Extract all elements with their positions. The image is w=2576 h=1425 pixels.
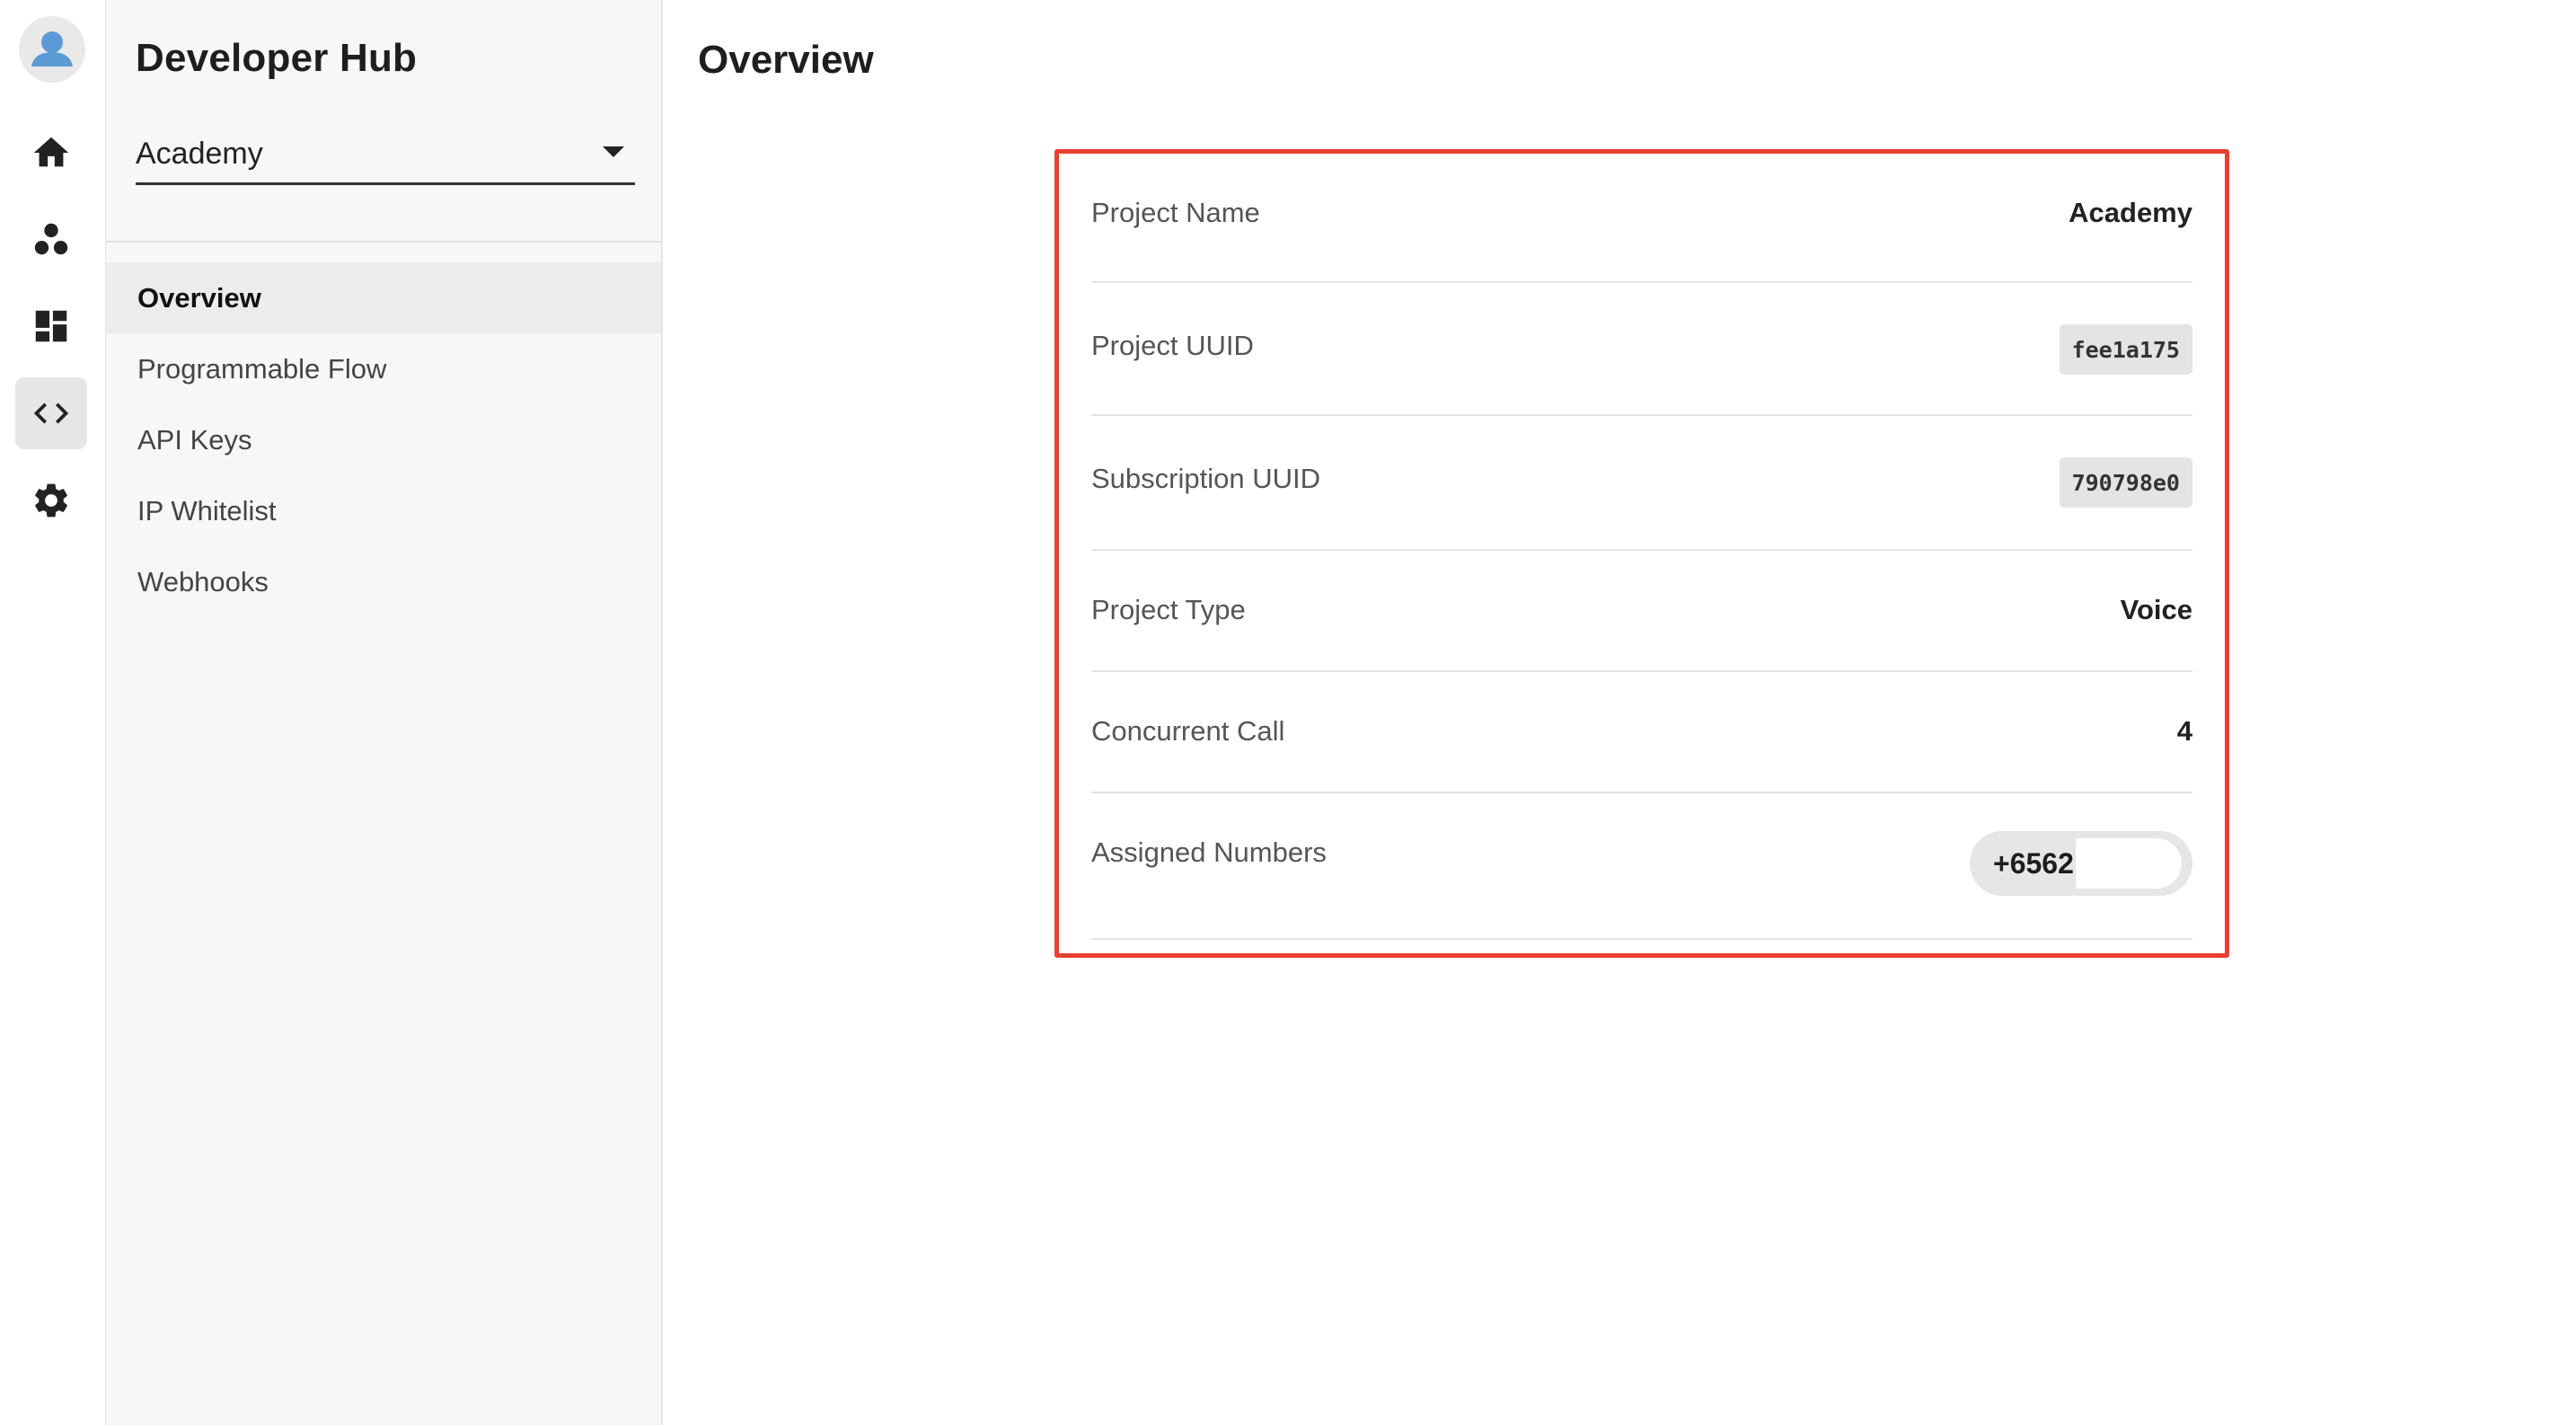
- project-uuid-chip[interactable]: fee1a175: [2059, 324, 2192, 375]
- secondary-sidebar: Developer Hub Academy Overview Programma…: [106, 0, 663, 1425]
- rail-dashboard-button[interactable]: [15, 290, 87, 362]
- caret-down-icon: [603, 146, 624, 157]
- sidebar-divider: [106, 241, 661, 243]
- gear-icon: [35, 483, 67, 518]
- code-icon: [33, 403, 69, 424]
- detail-row-project-name: Project Name Academy: [1091, 154, 2192, 283]
- project-name-value: Academy: [2069, 197, 2192, 228]
- sidebar-item-label: Programmable Flow: [137, 352, 387, 385]
- sidebar-item-programmable-flow[interactable]: Programmable Flow: [106, 333, 661, 404]
- sidebar-item-api-keys[interactable]: API Keys: [106, 404, 661, 475]
- concurrent-call-label: Concurrent Call: [1091, 715, 1285, 747]
- rail-settings-button[interactable]: [15, 465, 87, 536]
- sidebar-item-ip-whitelist[interactable]: IP Whitelist: [106, 475, 661, 546]
- main-content: Overview Project Name Academy Project UU…: [665, 0, 2576, 1425]
- icon-rail: [0, 0, 106, 1425]
- sidebar-item-label: Overview: [137, 281, 261, 314]
- rail-home-button[interactable]: [15, 117, 87, 189]
- rail-code-button[interactable]: [15, 377, 87, 449]
- dashboard-icon: [35, 310, 67, 342]
- detail-row-concurrent-call: Concurrent Call 4: [1091, 672, 2192, 793]
- app-title: Developer Hub: [136, 36, 418, 80]
- assigned-numbers-label: Assigned Numbers: [1091, 836, 1327, 868]
- project-type-label: Project Type: [1091, 594, 1246, 625]
- project-details-card: Project Name Academy Project UUID fee1a1…: [1054, 149, 2229, 958]
- sidebar-item-webhooks[interactable]: Webhooks: [106, 546, 661, 617]
- project-uuid-label: Project UUID: [1091, 330, 1254, 361]
- user-avatar[interactable]: [19, 16, 85, 83]
- project-type-value: Voice: [2120, 594, 2192, 625]
- detail-row-project-uuid: Project UUID fee1a175: [1091, 283, 2192, 416]
- rail-team-button[interactable]: [15, 204, 87, 276]
- assigned-number-value: +6562: [1993, 847, 2074, 880]
- app-window: Developer Hub Academy Overview Programma…: [0, 0, 2576, 1425]
- page-title: Overview: [698, 38, 874, 82]
- home-icon: [33, 137, 69, 167]
- project-select[interactable]: Academy: [136, 133, 635, 185]
- assigned-number-input-area[interactable]: [2076, 838, 2182, 889]
- sidebar-nav: Overview Programmable Flow API Keys IP W…: [106, 262, 661, 617]
- assigned-number-pill[interactable]: +6562: [1970, 831, 2192, 896]
- detail-row-subscription-uuid: Subscription UUID 790798e0: [1091, 416, 2192, 551]
- team-icon: [34, 223, 68, 255]
- sidebar-item-label: IP Whitelist: [137, 494, 277, 527]
- detail-row-assigned-numbers: Assigned Numbers +6562: [1091, 793, 2192, 940]
- sidebar-item-overview[interactable]: Overview: [106, 262, 661, 333]
- sidebar-item-label: API Keys: [137, 423, 252, 456]
- project-name-label: Project Name: [1091, 197, 1260, 228]
- user-avatar-icon: [31, 31, 73, 66]
- project-select-value: Academy: [136, 137, 263, 171]
- subscription-uuid-label: Subscription UUID: [1091, 463, 1320, 494]
- subscription-uuid-chip[interactable]: 790798e0: [2059, 457, 2192, 508]
- detail-row-project-type: Project Type Voice: [1091, 551, 2192, 672]
- concurrent-call-value: 4: [2176, 715, 2192, 747]
- sidebar-item-label: Webhooks: [137, 565, 269, 597]
